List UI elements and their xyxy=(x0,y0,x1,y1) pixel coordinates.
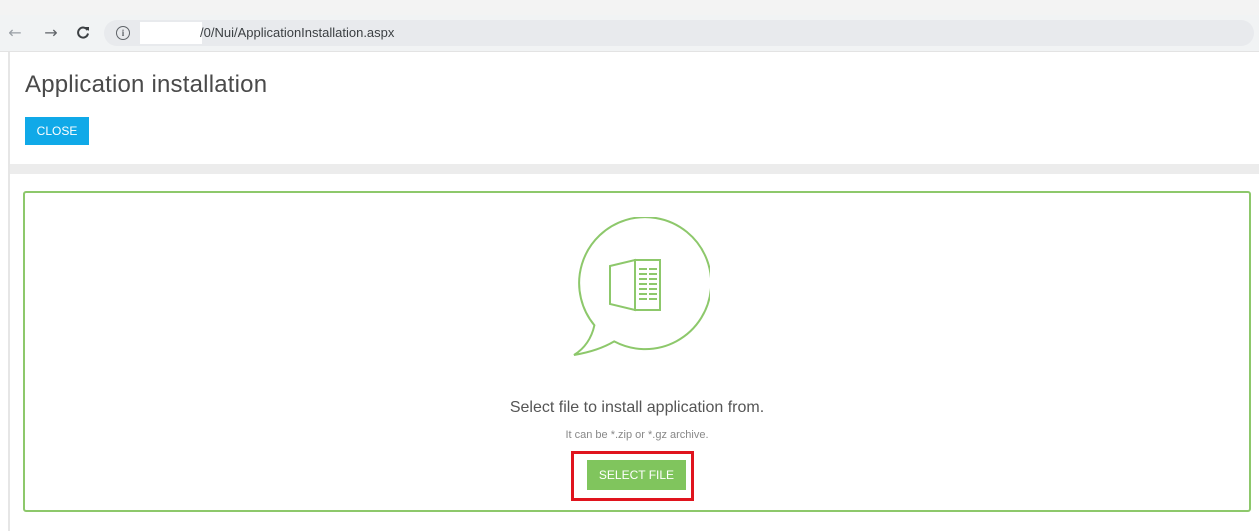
close-button[interactable]: CLOSE xyxy=(25,117,89,145)
forward-arrow-icon[interactable]: → xyxy=(40,15,62,51)
back-arrow-icon[interactable]: ← xyxy=(4,15,26,51)
browser-toolbar: ← → i /0/Nui/ApplicationInstallation.asp… xyxy=(0,15,1259,52)
url-text[interactable]: /0/Nui/ApplicationInstallation.aspx xyxy=(200,20,394,46)
dropzone-message: Select file to install application from. xyxy=(509,399,765,416)
info-icon[interactable]: i xyxy=(116,26,130,40)
address-bar[interactable]: i /0/Nui/ApplicationInstallation.aspx xyxy=(104,20,1254,46)
select-file-button[interactable]: SELECT FILE xyxy=(587,460,686,490)
file-chat-bubble-icon xyxy=(573,217,710,356)
header-separator xyxy=(10,164,1259,174)
dropzone-hint: It can be *.zip or *.gz archive. xyxy=(565,429,709,441)
page-title: Application installation xyxy=(25,71,268,98)
redacted-host xyxy=(140,22,202,44)
reload-icon[interactable] xyxy=(70,15,96,51)
page-header: Application installation CLOSE xyxy=(10,58,1259,164)
file-dropzone[interactable]: Select file to install application from.… xyxy=(23,191,1251,512)
window-top-strip xyxy=(0,0,1259,15)
